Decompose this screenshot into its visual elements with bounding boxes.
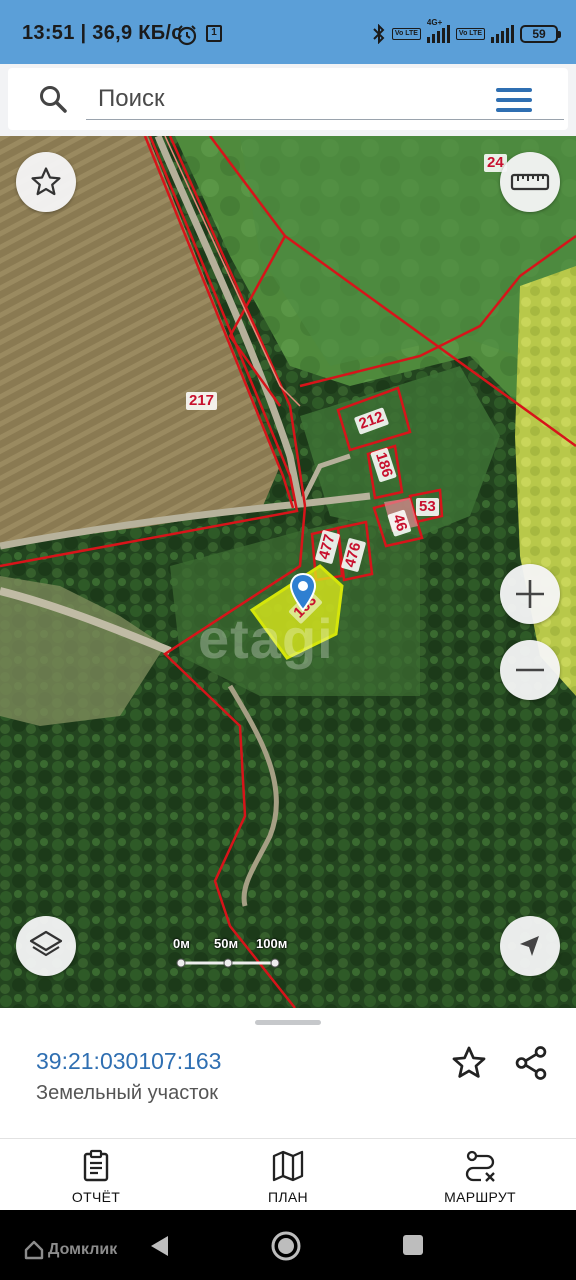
signal-icon-2 <box>491 25 514 43</box>
layers-button[interactable] <box>16 916 76 976</box>
search-bar <box>0 64 576 136</box>
parcel-label-217[interactable]: 217 <box>186 392 218 410</box>
share-icon[interactable] <box>512 1044 550 1082</box>
scale-label-50: 50м <box>214 936 239 951</box>
scale-bar: 0м 50м 100м <box>170 936 290 976</box>
brand-watermark: Домклик <box>24 1240 117 1260</box>
sheet-drag-handle[interactable] <box>255 1020 321 1025</box>
location-pin-icon[interactable] <box>289 572 317 612</box>
house-icon <box>24 1240 44 1260</box>
tab-plan[interactable]: ПЛАН <box>208 1149 368 1207</box>
clipboard-icon <box>83 1149 109 1182</box>
ruler-button[interactable] <box>500 152 560 212</box>
zoom-in-button[interactable] <box>500 564 560 624</box>
battery-icon: 59 <box>520 25 561 43</box>
tab-route-label: МАРШРУТ <box>444 1189 516 1205</box>
status-icons: Vo LTE 4G+ Vo LTE 59 <box>372 18 561 46</box>
star-icon <box>31 167 61 196</box>
map-view[interactable]: etagi 217 212 186 53 46 477 476 163 24 <box>0 136 576 1008</box>
signal-icon: 4G+ <box>426 18 450 43</box>
status-time: 13:51 | 36,9 КБ/с <box>22 22 183 44</box>
ruler-icon <box>510 173 550 191</box>
scale-label-100: 100м <box>256 936 288 951</box>
search-input[interactable] <box>86 78 564 120</box>
volte-badge-2: Vo LTE <box>455 28 485 40</box>
navigation-arrow-icon <box>520 936 539 956</box>
search-icon[interactable] <box>38 84 68 114</box>
watermark: etagi <box>198 607 334 670</box>
parcel-label-53[interactable]: 53 <box>416 498 439 516</box>
locate-button[interactable] <box>500 916 560 976</box>
route-icon <box>465 1150 495 1182</box>
network-speed: 36,9 КБ/с <box>92 22 183 44</box>
recents-icon[interactable] <box>402 1234 424 1256</box>
details-sheet: 39:21:030107:163 Земельный участок <box>0 1008 576 1138</box>
cadastral-number[interactable]: 39:21:030107:163 <box>36 1048 221 1075</box>
bottom-tab-bar: ОТЧЁТ ПЛАН МАРШРУТ <box>0 1138 576 1210</box>
alarm-icon <box>177 25 197 46</box>
zoom-out-button[interactable] <box>500 640 560 700</box>
scale-line <box>176 958 280 968</box>
home-icon[interactable] <box>270 1230 302 1262</box>
favorite-button[interactable] <box>16 152 76 212</box>
layers-icon <box>29 930 63 957</box>
star-outline-icon[interactable] <box>450 1044 488 1082</box>
tab-report[interactable]: ОТЧЁТ <box>16 1149 176 1207</box>
tab-plan-label: ПЛАН <box>268 1189 308 1205</box>
volte-badge: Vo LTE <box>391 28 421 40</box>
satellite-imagery <box>0 136 576 1008</box>
system-navigation-bar: Домклик <box>0 1210 576 1280</box>
tab-route[interactable]: МАРШРУТ <box>400 1149 560 1207</box>
tab-report-label: ОТЧЁТ <box>71 1189 121 1205</box>
plus-icon <box>516 580 544 608</box>
hamburger-menu-icon[interactable] <box>496 88 532 112</box>
search-box <box>8 68 568 130</box>
map-icon <box>272 1150 304 1182</box>
calendar-icon: 1 <box>206 25 222 42</box>
back-icon[interactable] <box>148 1234 170 1258</box>
object-type: Земельный участок <box>36 1082 219 1104</box>
status-bar: 13:51 | 36,9 КБ/с 1 Vo LTE 4G+ Vo LTE 59 <box>0 0 576 64</box>
bluetooth-icon <box>373 24 385 44</box>
scale-label-0: 0м <box>173 936 190 951</box>
minus-icon <box>516 668 544 672</box>
